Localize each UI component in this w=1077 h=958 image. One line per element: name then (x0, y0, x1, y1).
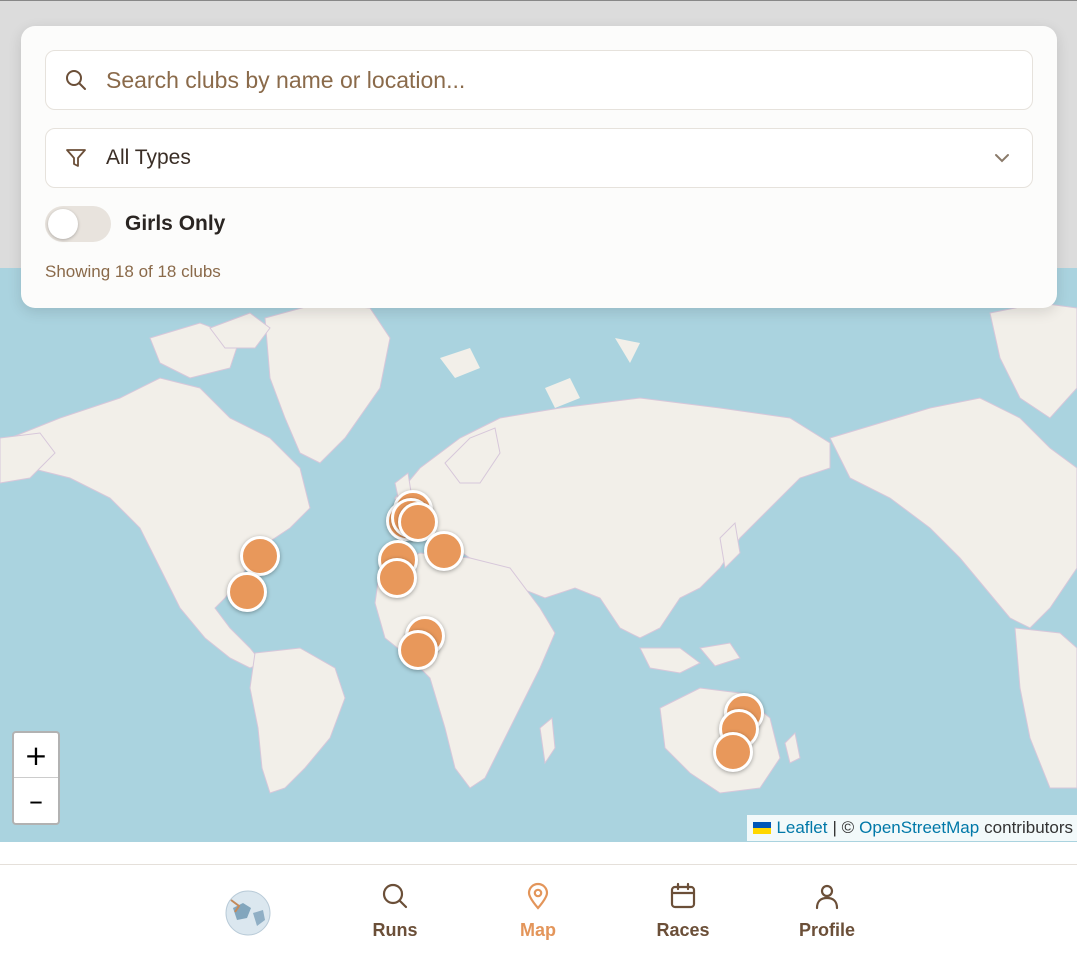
attribution-suffix: contributors (984, 818, 1073, 837)
app: + – Leaflet | © OpenStreetMap contributo… (0, 0, 1077, 958)
club-marker[interactable] (377, 558, 417, 598)
map-attribution: Leaflet | © OpenStreetMap contributors (747, 815, 1077, 841)
club-marker[interactable] (240, 536, 280, 576)
search-box[interactable] (45, 50, 1033, 110)
girls-only-toggle[interactable] (45, 206, 111, 242)
app-logo[interactable] (223, 888, 273, 938)
nav-label-profile: Profile (798, 920, 855, 940)
club-marker[interactable] (227, 572, 267, 612)
zoom-control: + – (12, 731, 60, 825)
search-icon (381, 882, 409, 914)
nav-label-runs: Runs (372, 920, 418, 940)
girls-only-toggle-row: Girls Only (45, 206, 225, 242)
map-land (0, 302, 1077, 794)
world-map[interactable] (0, 268, 1077, 842)
user-icon (813, 882, 841, 914)
calendar-icon (669, 882, 697, 914)
zoom-in-button[interactable]: + (14, 733, 58, 778)
nav-label-races: Races (656, 920, 710, 940)
nav-item-races[interactable]: Races (633, 882, 733, 941)
ukraine-flag-icon (753, 822, 772, 834)
type-filter-value: All Types (106, 146, 191, 169)
zoom-out-button[interactable]: – (14, 778, 58, 823)
chevron-down-icon (972, 148, 1032, 168)
attribution-separator: | © (832, 818, 855, 837)
filter-panel: All Types Girls Only Showing 18 of 18 cl… (21, 26, 1057, 308)
nav-label-map: Map (520, 920, 556, 940)
nav-item-runs[interactable]: Runs (345, 882, 445, 941)
club-marker[interactable] (424, 531, 464, 571)
type-filter-select[interactable]: All Types (45, 128, 1033, 188)
club-marker[interactable] (713, 732, 753, 772)
nav-item-profile[interactable]: Profile (777, 882, 877, 941)
club-marker[interactable] (398, 630, 438, 670)
toggle-knob (48, 209, 78, 239)
search-icon (46, 68, 106, 92)
search-input[interactable] (106, 66, 1006, 94)
filter-icon (46, 146, 106, 170)
map-pin-icon (524, 882, 552, 914)
leaflet-link[interactable]: Leaflet (776, 818, 827, 838)
osm-link[interactable]: OpenStreetMap (859, 818, 979, 838)
results-count: Showing 18 of 18 clubs (45, 262, 221, 281)
girls-only-label: Girls Only (125, 212, 226, 235)
nav-item-map[interactable]: Map (488, 882, 588, 941)
